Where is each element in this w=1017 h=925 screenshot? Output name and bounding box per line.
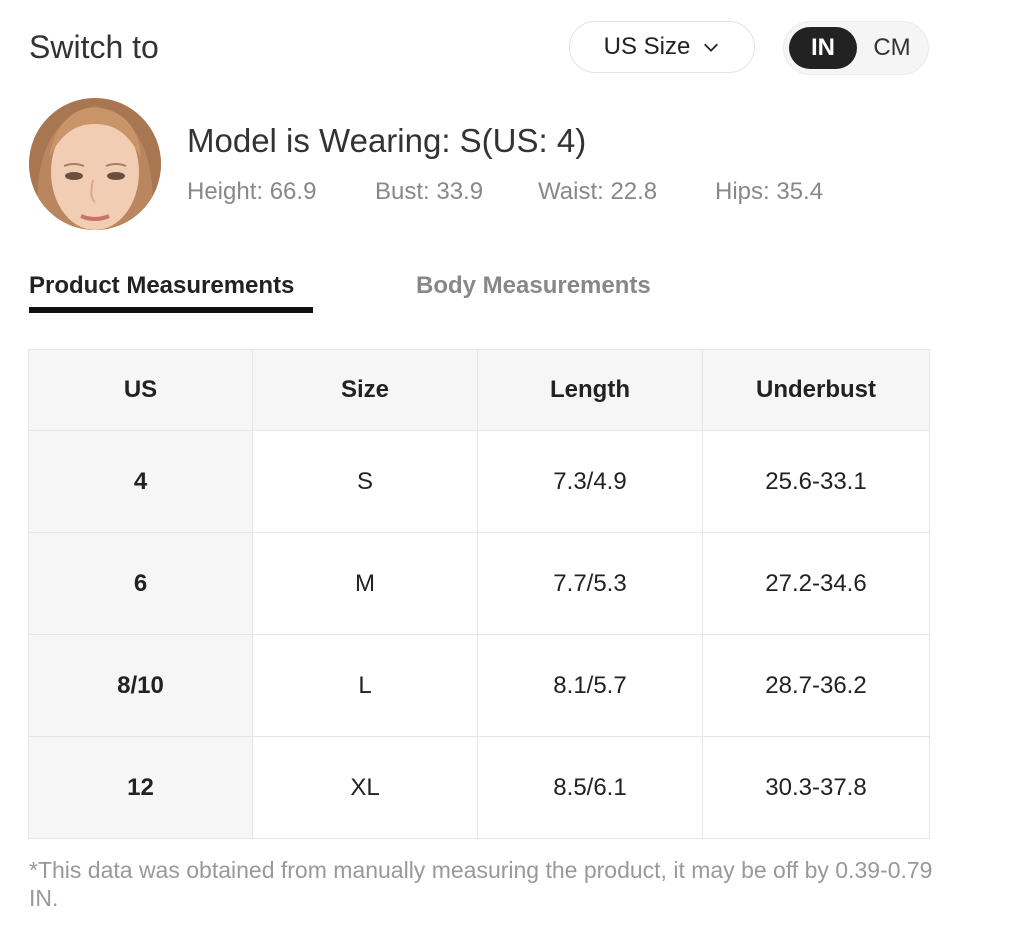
length-cell: 7.3/4.9 [477, 430, 703, 533]
us-size-cell: 12 [28, 736, 253, 839]
active-tab-indicator [29, 307, 313, 313]
size-system-dropdown[interactable]: US Size [569, 21, 755, 73]
chevron-down-icon [704, 43, 719, 52]
model-waist: Waist: 22.8 [538, 178, 658, 205]
column-header-underbust: Underbust [702, 349, 930, 431]
size-cell: XL [252, 736, 478, 839]
size-cell: L [252, 634, 478, 737]
length-cell: 8.5/6.1 [477, 736, 703, 839]
column-header-length: Length [477, 349, 703, 431]
tab-body-measurements[interactable]: Body Measurements [416, 272, 651, 300]
model-bust: Bust: 33.9 [375, 178, 484, 205]
size-system-value: US Size [603, 33, 691, 60]
underbust-cell: 28.7-36.2 [702, 634, 930, 737]
underbust-cell: 27.2-34.6 [702, 532, 930, 635]
measurement-disclaimer: *This data was obtained from manually me… [29, 857, 933, 911]
unit-toggle: IN CM [783, 21, 929, 75]
model-wearing-title: Model is Wearing: S(US: 4) [187, 122, 587, 159]
length-cell: 8.1/5.7 [477, 634, 703, 737]
model-hips: Hips: 35.4 [715, 178, 824, 205]
column-header-us: US [28, 349, 253, 431]
size-cell: M [252, 532, 478, 635]
size-cell: S [252, 430, 478, 533]
underbust-cell: 30.3-37.8 [702, 736, 930, 839]
column-header-size: Size [252, 349, 478, 431]
table-row: 4 S 7.3/4.9 25.6-33.1 [28, 430, 930, 533]
us-size-cell: 6 [28, 532, 253, 635]
switch-to-label: Switch to [29, 29, 159, 65]
size-switch-bar: Switch to US Size IN CM [29, 20, 929, 76]
model-photo [29, 98, 161, 230]
length-cell: 7.7/5.3 [477, 532, 703, 635]
unit-in-button[interactable]: IN [789, 27, 857, 69]
underbust-cell: 25.6-33.1 [702, 430, 930, 533]
model-height: Height: 66.9 [187, 178, 317, 205]
table-row: 6 M 7.7/5.3 27.2-34.6 [28, 532, 930, 635]
size-chart-table: US Size Length Underbust 4 S 7.3/4.9 25.… [28, 349, 930, 839]
unit-cm-button[interactable]: CM [864, 27, 920, 69]
measurement-tabs: Product Measurements Body Measurements [29, 272, 929, 316]
table-row: 8/10 L 8.1/5.7 28.7-36.2 [28, 634, 930, 737]
us-size-cell: 8/10 [28, 634, 253, 737]
model-avatar [29, 98, 161, 230]
model-info: Model is Wearing: S(US: 4) Height: 66.9 … [29, 98, 929, 232]
table-header-row: US Size Length Underbust [28, 349, 930, 431]
model-stats: Height: 66.9 Bust: 33.9 Waist: 22.8 Hips… [187, 178, 823, 206]
us-size-cell: 4 [28, 430, 253, 533]
tab-product-measurements[interactable]: Product Measurements [29, 272, 294, 300]
table-row: 12 XL 8.5/6.1 30.3-37.8 [28, 736, 930, 839]
